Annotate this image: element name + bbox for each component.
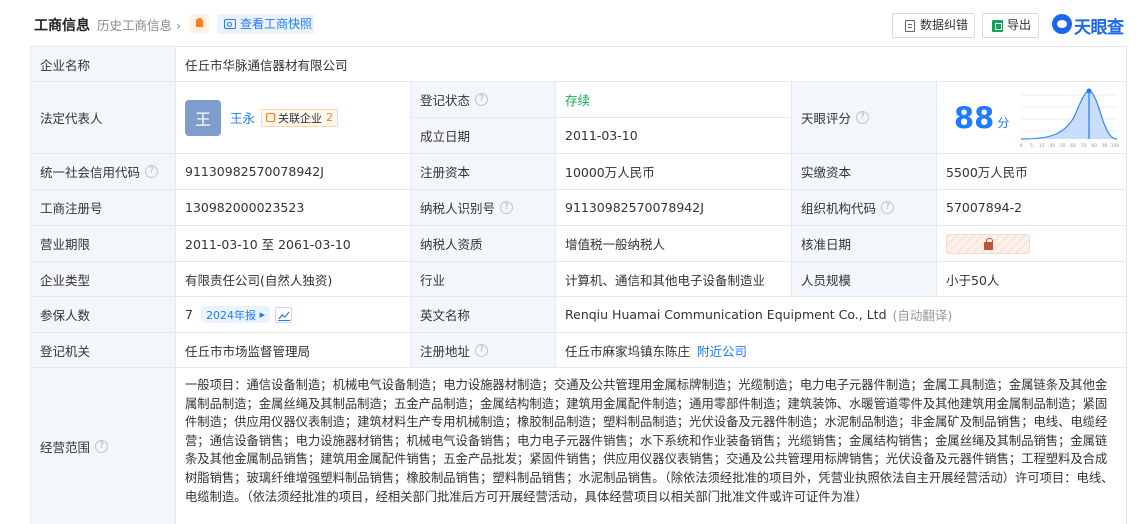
score-axis-tick: 15 [1039, 143, 1045, 149]
paid-capital: 5500万人民币 [937, 154, 1127, 190]
score-axis-tick: 80 [1092, 143, 1098, 149]
address-label: 注册地址? [411, 333, 556, 368]
help-icon[interactable]: ? [95, 439, 109, 453]
credit-code-label: 统一社会信用代码? [31, 154, 176, 190]
camera-icon [224, 19, 236, 29]
english-name: Renqiu Huamai Communication Equipment Co… [565, 307, 887, 322]
help-icon[interactable]: ? [500, 201, 514, 214]
taxpayer-id: 91130982570078942J [556, 190, 792, 226]
taxpayer-id-label: 纳税人识别号? [411, 190, 556, 226]
document-icon [905, 20, 915, 32]
company-name-label: 企业名称 [31, 47, 176, 82]
score-axis-tick: 100 [1111, 143, 1119, 149]
status-value: 存续 [556, 82, 792, 118]
status-label: 登记状态? [411, 82, 556, 118]
industry: 计算机、通信和其他电子设备制造业 [556, 262, 792, 297]
company-name: 任丘市华脉通信器材有限公司 [176, 47, 1127, 82]
help-icon[interactable]: ? [145, 165, 159, 178]
est-date-label: 成立日期 [411, 118, 556, 154]
score-unit: 分 [997, 116, 1010, 130]
history-link[interactable]: 历史工商信息 › [97, 15, 181, 34]
type-label: 企业类型 [31, 262, 176, 297]
approve-date-label: 核准日期 [792, 226, 937, 262]
score-axis-tick: 50 [1060, 143, 1066, 149]
paid-capital-label: 实缴资本 [792, 154, 937, 190]
help-icon[interactable]: ? [881, 201, 895, 214]
reg-capital-label: 注册资本 [411, 154, 556, 190]
logo-eye-icon [1052, 14, 1072, 34]
business-scope: 一般项目：通信设备制造；机械电气设备制造；电力设施器材制造；交通及公共管理用金属… [176, 368, 1127, 524]
nearby-companies-link[interactable]: 附近公司 [697, 341, 747, 360]
help-icon[interactable]: ? [856, 111, 870, 124]
est-date: 2011-03-10 [556, 118, 792, 154]
export-button[interactable]: 导出 [982, 13, 1039, 38]
correct-data-button[interactable]: 数据纠错 [892, 13, 975, 38]
chevron-right-icon: › [176, 18, 181, 33]
snapshot-button[interactable]: 查看工商快照 [217, 14, 314, 34]
term-label: 营业期限 [31, 226, 176, 262]
score-cell[interactable]: 88 分 0 5 15 30 50 60 70 80 90 100 [937, 82, 1127, 154]
org-code-label: 组织机构代码? [792, 190, 937, 226]
address-cell: 任丘市麻家坞镇东陈庄 附近公司 [556, 333, 1127, 368]
en-name-cell: Renqiu Huamai Communication Equipment Co… [556, 297, 1127, 333]
reg-no-label: 工商注册号 [31, 190, 176, 226]
legal-rep-label: 法定代表人 [31, 82, 176, 154]
related-companies-tag[interactable]: 关联企业 2 [261, 108, 339, 127]
caret-right-icon: ▸ [259, 308, 265, 321]
score-axis-tick: 0 [1020, 143, 1023, 149]
reg-capital: 10000万人民币 [556, 154, 792, 190]
address: 任丘市麻家坞镇东陈庄 [565, 343, 691, 359]
staff-size: 小于50人 [937, 262, 1127, 297]
term: 2011-03-10 至 2061-03-10 [176, 226, 411, 262]
score-value: 88 [954, 100, 995, 135]
help-icon[interactable]: ? [475, 93, 489, 106]
industry-label: 行业 [411, 262, 556, 297]
auto-translate-note: (自动翻译) [892, 308, 953, 323]
scope-label: 经营范围? [31, 368, 176, 524]
en-name-label: 英文名称 [411, 297, 556, 333]
help-icon[interactable]: ? [475, 343, 489, 357]
authority: 任丘市市场监督管理局 [176, 333, 411, 368]
legal-rep-name[interactable]: 王永 [230, 108, 255, 127]
score-axis-tick: 5 [1030, 143, 1033, 149]
insured-cell: 7 2024年报 ▸ [176, 297, 411, 333]
staff-label: 人员规模 [792, 262, 937, 297]
insured-label: 参保人数 [31, 297, 176, 333]
company-type: 有限责任公司(自然人独资) [176, 262, 411, 297]
score-axis-tick: 30 [1050, 143, 1056, 149]
link-icon [266, 113, 276, 122]
section-header: 工商信息 历史工商信息 › 查看工商快照 数据纠错 导出 天眼查 [0, 0, 1146, 46]
score-distribution-chart: 0 5 15 30 50 60 70 80 90 100 [1020, 88, 1119, 149]
tax-qual: 增值税一般纳税人 [556, 226, 792, 262]
score-label: 天眼评分? [792, 82, 937, 154]
org-code: 57007894-2 [937, 190, 1127, 226]
business-info-table: 企业名称 任丘市华脉通信器材有限公司 法定代表人 王 王永 关联企业 2 登记状态… [30, 46, 1127, 524]
credit-code: 91130982570078942J [176, 154, 411, 190]
legal-rep-cell: 王 王永 关联企业 2 [176, 82, 411, 154]
authority-label: 登记机关 [31, 333, 176, 368]
score-axis-tick: 70 [1081, 143, 1087, 149]
score-axis-tick: 90 [1102, 143, 1108, 149]
insured-count: 7 [185, 307, 193, 322]
annual-report-badge[interactable]: 2024年报 ▸ [200, 306, 270, 323]
section-title: 工商信息 [34, 18, 90, 34]
score-axis-tick: 60 [1071, 143, 1077, 149]
bell-icon[interactable] [190, 14, 209, 33]
excel-icon [992, 20, 1003, 32]
reg-no: 130982000023523 [176, 190, 411, 226]
avatar[interactable]: 王 [185, 99, 221, 136]
tax-qual-label: 纳税人资质 [411, 226, 556, 262]
lock-icon[interactable] [946, 233, 1030, 254]
approve-date-cell [937, 226, 1127, 262]
trend-chart-icon[interactable] [274, 306, 292, 323]
